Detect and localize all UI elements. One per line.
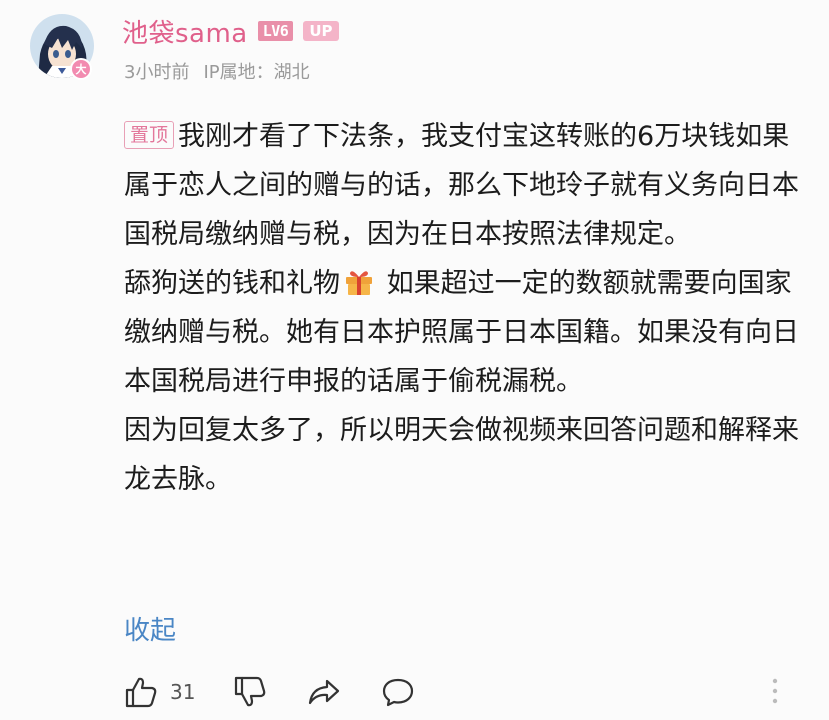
like-button[interactable]: 31 bbox=[124, 676, 195, 708]
ip-location: IP属地：湖北 bbox=[203, 62, 310, 83]
reply-button[interactable] bbox=[381, 677, 415, 707]
comment-bubble-icon bbox=[383, 678, 414, 707]
username-row: 池袋sama LV6 UP bbox=[122, 12, 339, 50]
collapse-link[interactable]: 收起 bbox=[124, 610, 176, 647]
comment-action-bar: 31 bbox=[124, 674, 415, 710]
paragraph-1-text: 我刚才看了下法条，我支付宝这转账的6万块钱如果属于恋人之间的赠与的话，那么下地玲… bbox=[124, 121, 799, 250]
more-options-button[interactable] bbox=[770, 676, 780, 710]
share-button[interactable] bbox=[307, 677, 341, 707]
username[interactable]: 池袋sama bbox=[122, 13, 248, 50]
up-badge: UP bbox=[303, 21, 339, 41]
dislike-button[interactable] bbox=[233, 676, 267, 708]
more-vertical-icon bbox=[772, 678, 778, 704]
comment-meta: 3小时前 IP属地：湖北 bbox=[124, 58, 310, 84]
level-badge: LV6 bbox=[257, 21, 294, 41]
thumbs-up-icon bbox=[125, 677, 157, 708]
gift-icon bbox=[344, 263, 374, 295]
pin-tag: 置顶 bbox=[124, 121, 175, 149]
avatar-level-badge: 大 bbox=[70, 58, 92, 80]
paragraph-2a-text: 舔狗送的钱和礼物 bbox=[124, 268, 340, 299]
comment-paragraph-3: 因为回复太多了，所以明天会做视频来回答问题和解释来龙去脉。 bbox=[124, 415, 799, 495]
comment-content: 置顶 我刚才看了下法条，我支付宝这转账的6万块钱如果属于恋人之间的赠与的话，那么下… bbox=[124, 112, 804, 504]
comment-paragraph-2: 舔狗送的钱和礼物 如果超过一定的数额就需要向国家缴纳赠与税。她有日本护照属于日本… bbox=[124, 259, 804, 406]
thumbs-down-icon bbox=[235, 676, 266, 707]
like-count: 31 bbox=[170, 680, 196, 704]
comment-paragraph-1: 置顶 我刚才看了下法条，我支付宝这转账的6万块钱如果属于恋人之间的赠与的话，那么下… bbox=[124, 112, 804, 259]
comment-time: 3小时前 bbox=[124, 62, 190, 83]
share-icon bbox=[309, 679, 340, 705]
